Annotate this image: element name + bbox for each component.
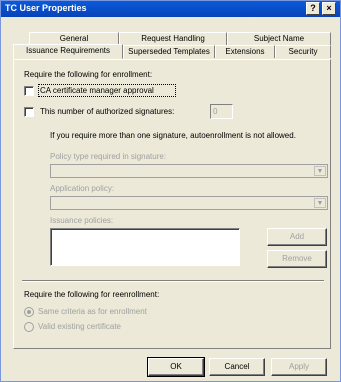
valid-certificate-radio[interactable] [24, 322, 34, 332]
multi-signature-note: If you require more than one signature, … [50, 131, 296, 140]
remove-button[interactable]: Remove [267, 250, 327, 268]
apply-button[interactable]: Apply [271, 358, 327, 376]
ok-button[interactable]: OK [147, 357, 205, 377]
title-bar[interactable]: TC User Properties ? × [1, 1, 340, 17]
window-title: TC User Properties [5, 3, 87, 13]
issuance-policies-list[interactable] [50, 228, 240, 266]
dropdown-arrow-icon[interactable]: ▼ [314, 198, 326, 208]
signatures-checkbox[interactable] [24, 107, 34, 117]
tab-row-front: Issuance Requirements Superseded Templat… [13, 44, 331, 59]
help-button[interactable]: ? [306, 2, 320, 15]
close-button[interactable]: × [322, 2, 336, 15]
signatures-label[interactable]: This number of authorized signatures: [40, 107, 174, 116]
enrollment-heading: Require the following for enrollment: [24, 70, 153, 79]
same-criteria-label[interactable]: Same criteria as for enrollment [38, 307, 147, 316]
reenrollment-heading: Require the following for reenrollment: [24, 290, 160, 299]
tab-request-handling[interactable]: Request Handling [119, 32, 227, 45]
issuance-requirements-panel: Require the following for enrollment: CA… [13, 59, 331, 349]
policy-type-combo[interactable]: ▼ [50, 164, 328, 178]
properties-dialog: TC User Properties ? × General Request H… [0, 0, 341, 382]
signatures-count-field[interactable]: 0 [210, 104, 233, 119]
tab-superseded-templates[interactable]: Superseded Templates [123, 45, 215, 58]
cancel-button[interactable]: Cancel [209, 358, 265, 376]
policy-type-label: Policy type required in signature: [50, 152, 167, 161]
application-policy-label: Application policy: [50, 184, 115, 193]
tab-security[interactable]: Security [275, 45, 331, 58]
tab-issuance-requirements[interactable]: Issuance Requirements [13, 44, 123, 59]
tab-subject-name[interactable]: Subject Name [227, 32, 331, 45]
tab-extensions[interactable]: Extensions [215, 45, 275, 58]
add-button[interactable]: Add [267, 228, 327, 246]
valid-certificate-label[interactable]: Valid existing certificate [38, 322, 121, 331]
dropdown-arrow-icon[interactable]: ▼ [314, 166, 326, 176]
section-divider [22, 280, 324, 282]
ca-approval-label[interactable]: CA certificate manager approval [40, 86, 154, 95]
same-criteria-radio[interactable] [24, 307, 34, 317]
issuance-policies-label: Issuance policies: [50, 216, 114, 225]
application-policy-combo[interactable]: ▼ [50, 196, 328, 210]
ca-approval-checkbox[interactable] [24, 86, 34, 96]
